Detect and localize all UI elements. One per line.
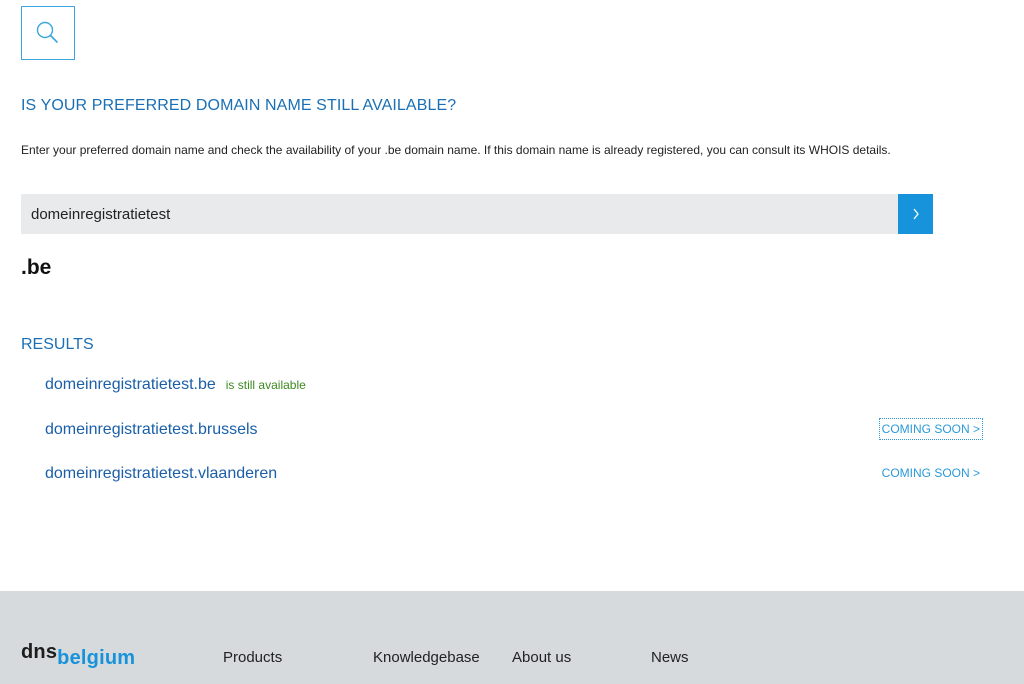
logo-text-belgium: belgium [57, 647, 136, 669]
footer: dnsbelgium Products Knowledgebase About … [0, 591, 1024, 684]
page-title: IS YOUR PREFERRED DOMAIN NAME STILL AVAI… [21, 97, 457, 114]
coming-soon-link[interactable]: COMING SOON > [878, 418, 984, 440]
dns-belgium-logo[interactable]: dnsbelgium [21, 641, 135, 669]
result-row: domeinregistratietest.vlaanderen COMING … [45, 462, 985, 486]
page: IS YOUR PREFERRED DOMAIN NAME STILL AVAI… [0, 0, 1024, 684]
results-title: RESULTS [21, 336, 94, 353]
logo-text-dns: dns [21, 641, 58, 663]
result-row: domeinregistratietest.be is still availa… [45, 373, 985, 397]
domain-search-bar [21, 194, 933, 234]
footer-nav-about-us[interactable]: About us [512, 649, 571, 666]
chevron-right-icon [912, 208, 919, 220]
availability-status: is still available [225, 378, 306, 392]
result-domain-link[interactable]: domeinregistratietest.be [45, 376, 216, 394]
coming-soon-link[interactable]: COMING SOON > [880, 463, 982, 483]
footer-nav-knowledgebase[interactable]: Knowledgebase [373, 649, 480, 666]
result-row: domeinregistratietest.brussels COMING SO… [45, 418, 985, 442]
domain-search-input[interactable] [21, 194, 898, 234]
search-icon [36, 21, 58, 43]
extension-label: .be [21, 256, 52, 279]
footer-nav-news[interactable]: News [651, 649, 689, 666]
result-domain-link[interactable]: domeinregistratietest.vlaanderen [45, 465, 277, 483]
search-toggle-button[interactable] [21, 6, 75, 60]
result-domain-link[interactable]: domeinregistratietest.brussels [45, 421, 258, 439]
intro-text: Enter your preferred domain name and che… [21, 143, 891, 157]
footer-nav-products[interactable]: Products [223, 649, 282, 666]
search-submit-button[interactable] [898, 194, 933, 234]
